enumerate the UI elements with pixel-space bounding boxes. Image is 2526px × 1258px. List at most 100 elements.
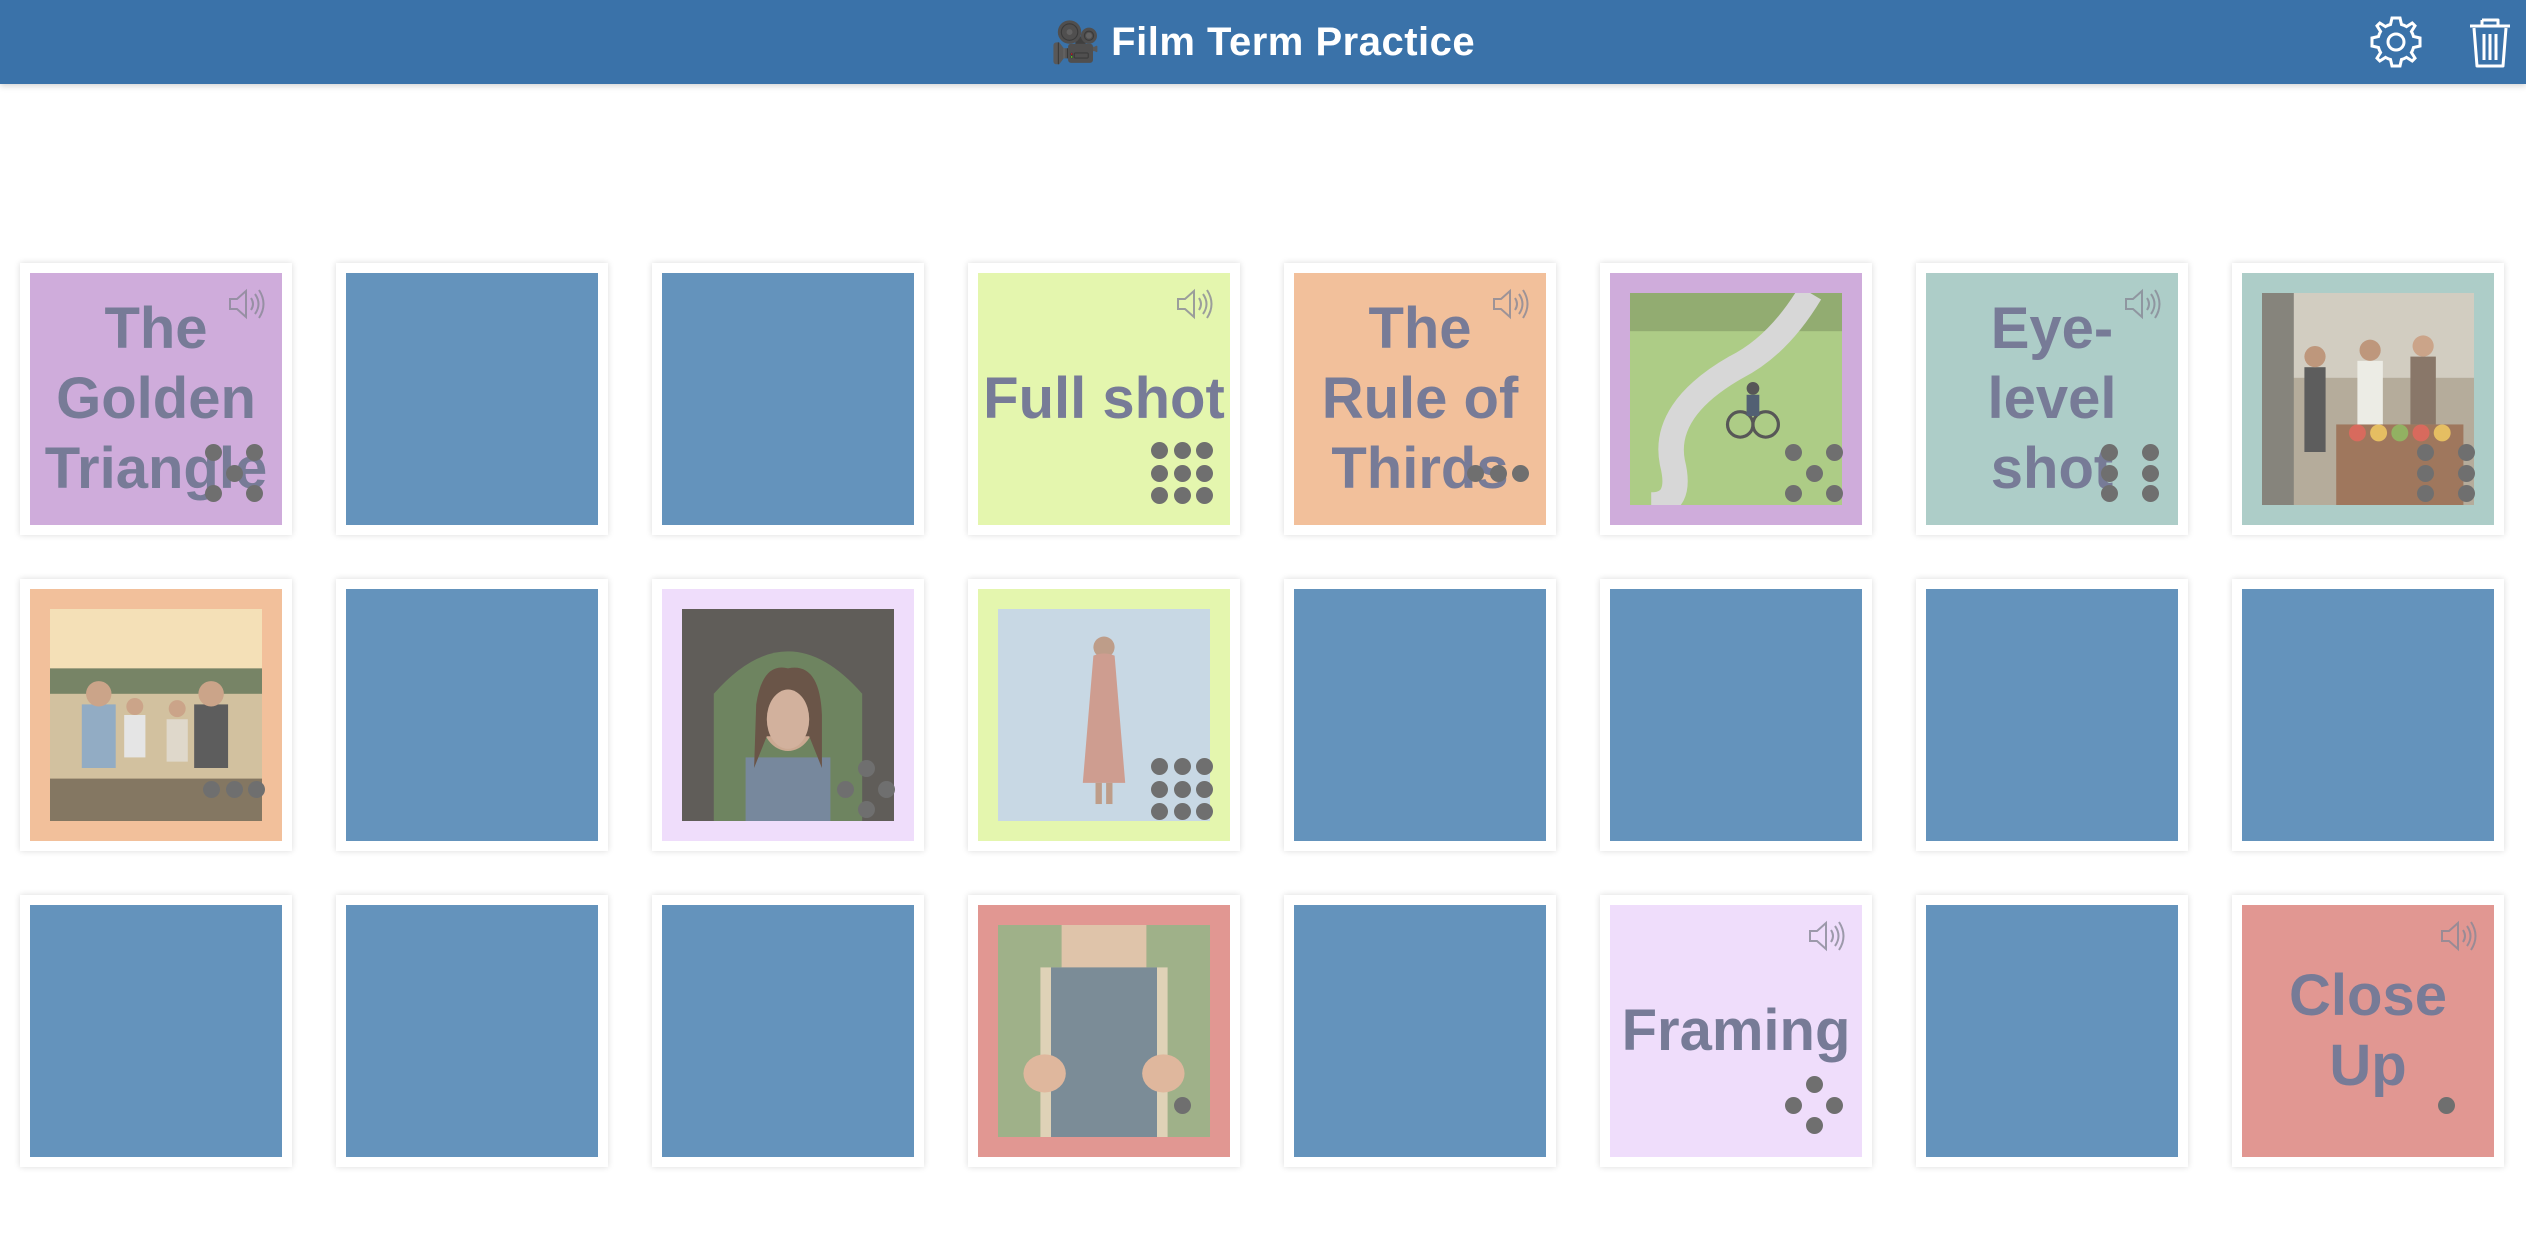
dot [2141, 444, 2159, 462]
card-inner: The Rule of Thirds [1294, 273, 1546, 525]
card-face[interactable] [652, 579, 924, 851]
dot [205, 444, 223, 462]
card-face[interactable]: The Golden Triangle [20, 263, 292, 535]
card-inner [346, 273, 598, 525]
card-inner [2242, 273, 2494, 525]
card-face[interactable]: Full shot [968, 263, 1240, 535]
card-inner [662, 905, 914, 1157]
pair-dots-marker [1466, 441, 1530, 505]
card-inner [1610, 589, 1862, 841]
card-back[interactable] [336, 895, 608, 1167]
dot [1173, 758, 1191, 776]
pair-dots-marker [1150, 441, 1214, 505]
card-face[interactable] [968, 895, 1240, 1167]
card-face[interactable] [20, 579, 292, 851]
pair-dots-marker [834, 757, 898, 821]
card-back[interactable] [1916, 579, 2188, 851]
camera-icon: 🎥 [1050, 20, 1102, 65]
card-face[interactable] [2232, 263, 2504, 535]
card-inner [662, 589, 914, 841]
pair-dots-marker [1782, 441, 1846, 505]
dot [2417, 464, 2435, 482]
app-title: 🎥 Film Term Practice [0, 0, 2526, 84]
trash-icon[interactable] [2460, 12, 2520, 72]
card-back[interactable] [652, 263, 924, 535]
card-inner [1926, 589, 2178, 841]
dot [1805, 464, 1823, 482]
dot [247, 780, 265, 798]
card-back[interactable] [336, 579, 608, 851]
dot [2457, 444, 2475, 462]
card-face[interactable]: Framing [1600, 895, 1872, 1167]
dot [2101, 464, 2119, 482]
card-inner: Close Up [2242, 905, 2494, 1157]
pair-dots-marker [1150, 757, 1214, 821]
speaker-icon[interactable] [226, 285, 270, 323]
card-inner [2242, 589, 2494, 841]
card-back[interactable] [652, 895, 924, 1167]
dot [245, 444, 263, 462]
dot [1805, 1076, 1823, 1094]
card-back[interactable] [336, 263, 608, 535]
card-inner: The Golden Triangle [30, 273, 282, 525]
dot [1151, 486, 1169, 504]
dot [1151, 802, 1169, 820]
card-inner [30, 905, 282, 1157]
dot [1173, 780, 1191, 798]
gear-icon[interactable] [2366, 12, 2426, 72]
dot [245, 484, 263, 502]
card-face[interactable] [968, 579, 1240, 851]
card-inner: Full shot [978, 273, 1230, 525]
dot [1467, 464, 1485, 482]
card-back[interactable] [1284, 895, 1556, 1167]
dot [1173, 464, 1191, 482]
card-face[interactable]: Close Up [2232, 895, 2504, 1167]
top-bar: 🎥 Film Term Practice [0, 0, 2526, 84]
speaker-icon[interactable] [2438, 917, 2482, 955]
card-face[interactable]: The Rule of Thirds [1284, 263, 1556, 535]
pair-dots-marker [2098, 441, 2162, 505]
pair-dots-marker [202, 757, 266, 821]
dot [1195, 758, 1213, 776]
dot [1785, 484, 1803, 502]
dot [1805, 1116, 1823, 1134]
dot [2141, 464, 2159, 482]
dot [1785, 444, 1803, 462]
dot [1825, 1096, 1843, 1114]
pair-dots-marker [202, 441, 266, 505]
card-back[interactable] [1916, 895, 2188, 1167]
dot [1195, 464, 1213, 482]
speaker-icon[interactable] [1806, 917, 1850, 955]
dot [1195, 802, 1213, 820]
speaker-icon[interactable] [1174, 285, 1218, 323]
dot [2141, 484, 2159, 502]
card-inner [978, 905, 1230, 1157]
card-back[interactable] [1600, 579, 1872, 851]
pair-dots-marker [2414, 441, 2478, 505]
dot [1489, 464, 1507, 482]
card-back[interactable] [2232, 579, 2504, 851]
card-inner: Eye-level shot [1926, 273, 2178, 525]
app-title-text: Film Term Practice [1111, 19, 1476, 64]
card-back[interactable] [1284, 579, 1556, 851]
dot [225, 464, 243, 482]
dot [857, 760, 875, 778]
card-inner: Framing [1610, 905, 1862, 1157]
dot [2457, 484, 2475, 502]
dot [1195, 486, 1213, 504]
dot [2457, 464, 2475, 482]
pair-dots-marker [2414, 1073, 2478, 1137]
dot [1151, 758, 1169, 776]
dot [1785, 1096, 1803, 1114]
card-face[interactable]: Eye-level shot [1916, 263, 2188, 535]
speaker-icon[interactable] [1490, 285, 1534, 323]
card-inner [346, 905, 598, 1157]
dot [1173, 1096, 1191, 1114]
card-inner [1294, 905, 1546, 1157]
dot [1195, 442, 1213, 460]
card-inner [346, 589, 598, 841]
dot [1151, 442, 1169, 460]
card-face[interactable] [1600, 263, 1872, 535]
card-back[interactable] [20, 895, 292, 1167]
speaker-icon[interactable] [2122, 285, 2166, 323]
